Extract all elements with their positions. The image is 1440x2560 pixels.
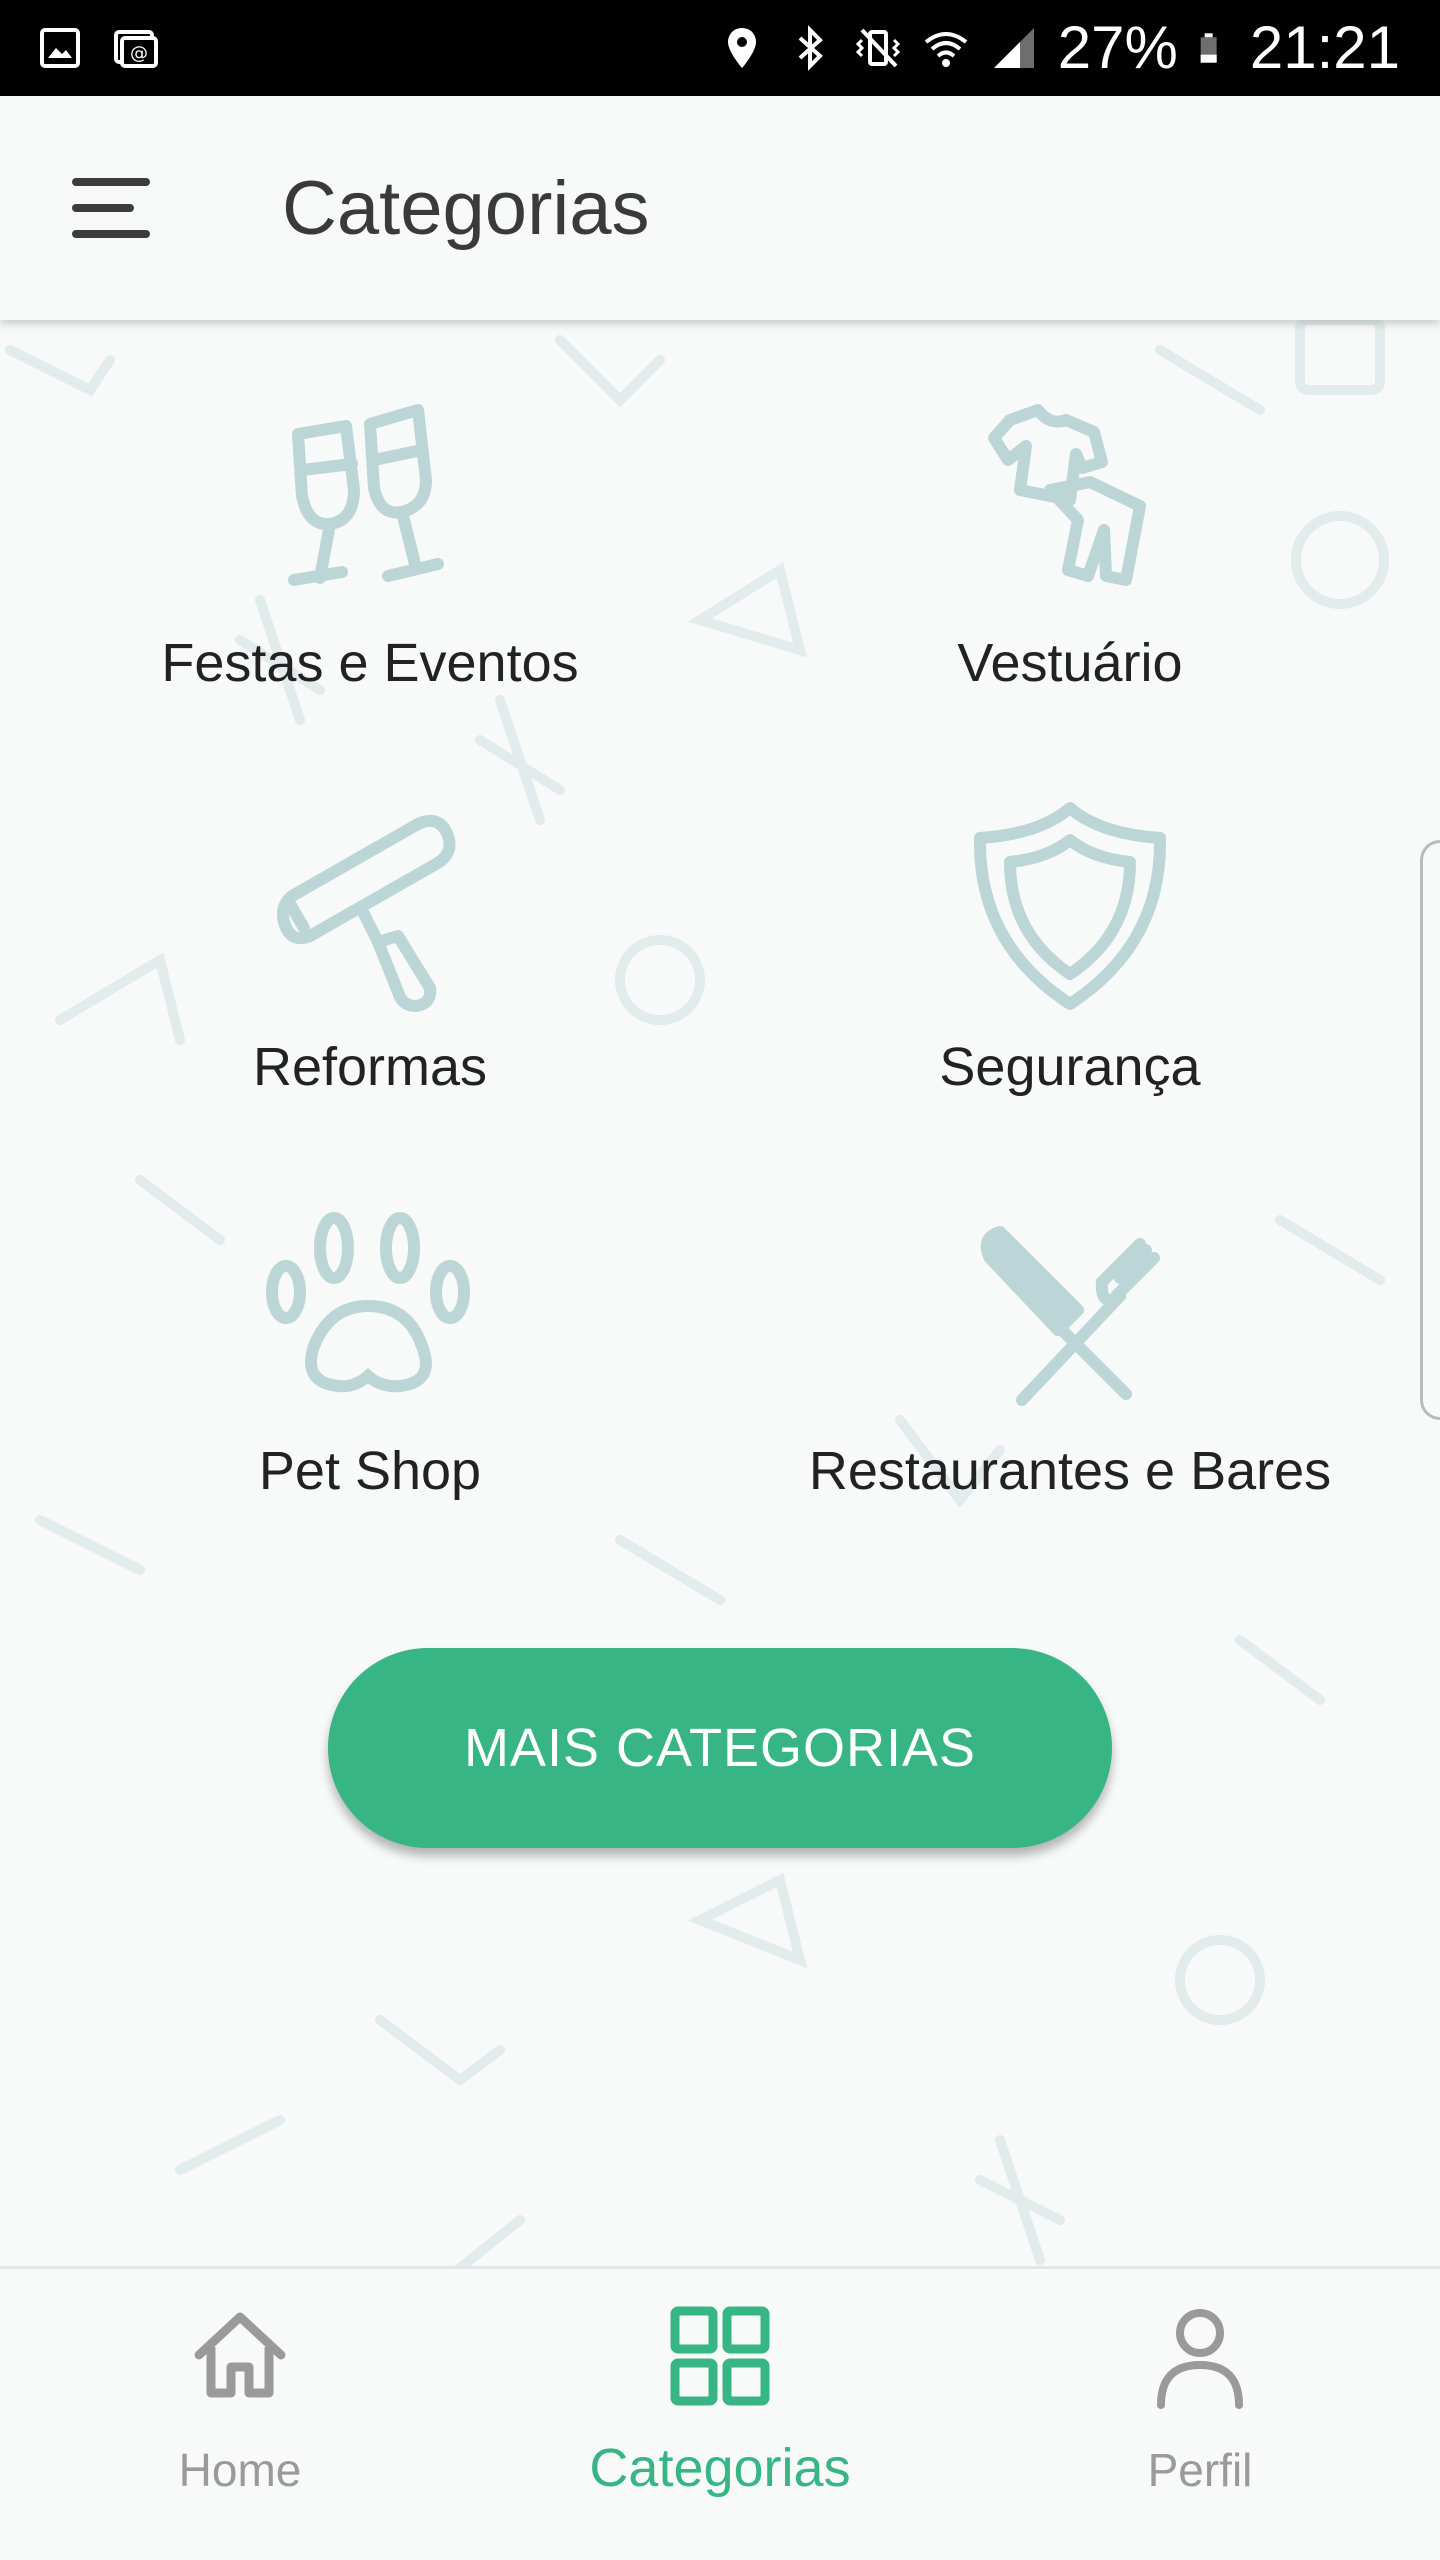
status-right: 27% 21:21 — [718, 18, 1400, 78]
nav-item-perfil[interactable]: Perfil — [960, 2269, 1440, 2560]
battery-icon — [1200, 33, 1217, 63]
category-reformas[interactable]: Reformas — [10, 724, 730, 1128]
status-bar: @ 27% 21:21 — [0, 0, 1440, 96]
paw-icon — [266, 1212, 470, 1393]
category-label: Vestuário — [957, 633, 1183, 693]
categories-content: Festas e Eventos Vestuário Reformas Segu… — [0, 320, 1440, 2266]
category-pet-shop[interactable]: Pet Shop — [10, 1128, 730, 1532]
clothing-icon — [988, 404, 1146, 586]
category-restaurantes-bares[interactable]: Restaurantes e Bares — [710, 1128, 1430, 1532]
app-bar: Categorias — [0, 96, 1440, 320]
nav-label: Perfil — [1147, 2444, 1253, 2496]
category-vestuario[interactable]: Vestuário — [710, 320, 1430, 724]
cast-icon: @ — [114, 30, 158, 68]
category-seguranca[interactable]: Segurança — [710, 724, 1430, 1128]
person-icon — [1157, 2309, 1243, 2409]
grid-icon — [670, 2306, 770, 2406]
svg-text:@: @ — [130, 43, 148, 64]
category-label: Festas e Eventos — [161, 633, 579, 693]
category-festas-eventos[interactable]: Festas e Eventos — [10, 320, 730, 724]
knife-fork-icon — [980, 1226, 1160, 1406]
category-label: Restaurantes e Bares — [808, 1441, 1332, 1501]
nav-label: Home — [178, 2444, 302, 2496]
location-icon — [727, 28, 756, 68]
signal-icon — [993, 28, 1034, 68]
bluetooth-icon — [798, 25, 823, 71]
paint-roller-icon — [277, 815, 456, 1012]
page-title: Categorias — [282, 165, 650, 251]
home-icon — [194, 2312, 286, 2398]
nav-label: Categorias — [589, 2438, 851, 2498]
more-categories-button[interactable]: MAIS CATEGORIAS — [328, 1648, 1112, 1848]
category-label: Segurança — [939, 1037, 1201, 1097]
shield-icon — [973, 802, 1167, 1010]
champagne-glasses-icon — [288, 404, 444, 586]
bottom-navigation: Home Categorias Perfil — [0, 2266, 1440, 2560]
vibrate-mute-icon — [855, 28, 900, 68]
nav-item-home[interactable]: Home — [0, 2269, 480, 2560]
nav-item-categorias[interactable]: Categorias — [480, 2269, 960, 2560]
wifi-icon — [924, 32, 967, 67]
hamburger-menu-icon[interactable] — [72, 153, 182, 263]
status-left: @ — [36, 24, 160, 72]
category-label: Pet Shop — [258, 1441, 482, 1501]
clock: 21:21 — [1249, 14, 1400, 81]
image-icon — [40, 28, 80, 68]
category-label: Reformas — [252, 1037, 488, 1097]
battery-percent: 27% — [1057, 14, 1178, 81]
edge-panel-handle[interactable] — [1420, 840, 1440, 1420]
